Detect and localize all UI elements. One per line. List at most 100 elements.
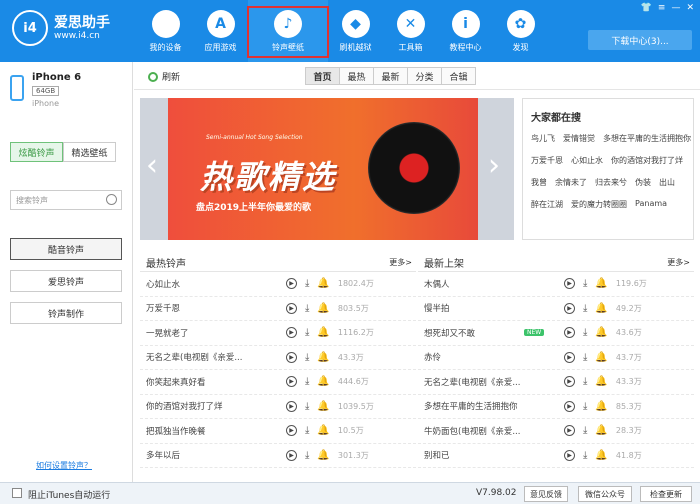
list-item[interactable]: 牛奶面包(电视剧《亲爱... ▶ ⤓ 🔔 28.3万: [418, 419, 694, 444]
hot-search-word[interactable]: 出山: [659, 177, 675, 188]
play-icon[interactable]: ▶: [286, 351, 297, 363]
hot-search-word[interactable]: 鸟儿飞: [531, 133, 555, 144]
hot-search-word[interactable]: 醉在江湖: [531, 199, 563, 210]
hot-search-word[interactable]: 多想在平庸的生活拥抱你: [603, 133, 691, 144]
download-icon[interactable]: ⤓: [305, 376, 309, 387]
wechat-button[interactable]: 微信公众号: [578, 486, 632, 502]
banner-carousel[interactable]: Semi-annual Hot Song Selection 热歌精选 盘点20…: [140, 98, 514, 240]
download-icon[interactable]: ⤓: [583, 376, 587, 387]
more-link[interactable]: 更多>: [389, 257, 412, 268]
download-icon[interactable]: ⤓: [583, 425, 587, 436]
hot-search-word[interactable]: 爱情错觉: [563, 133, 595, 144]
play-icon[interactable]: ▶: [564, 327, 575, 339]
download-icon[interactable]: ⤓: [305, 327, 309, 338]
itunes-checkbox[interactable]: [12, 488, 22, 498]
sidebar-item-kuyin[interactable]: 酷音铃声: [10, 238, 122, 260]
hot-search-word[interactable]: 归去来兮: [595, 177, 627, 188]
list-item[interactable]: 无名之辈(电视剧《亲爱... ▶ ⤓ 🔔 43.3万: [140, 346, 416, 370]
nav-item-5[interactable]: i 教程中心: [438, 0, 493, 62]
search-icon[interactable]: [106, 194, 117, 205]
bell-icon[interactable]: 🔔: [317, 376, 329, 387]
nav-item-4[interactable]: ✕ 工具箱: [383, 0, 438, 62]
hot-search-word[interactable]: 万爱千恩: [531, 155, 563, 166]
hot-search-word[interactable]: 你的酒馆对我打了烊: [611, 155, 683, 166]
list-item[interactable]: 别和已 ▶ ⤓ 🔔 41.8万: [418, 444, 694, 468]
menu-icon[interactable]: ≡: [658, 3, 666, 13]
tab-cool-ringtones[interactable]: 炫酷铃声: [10, 142, 63, 162]
list-item[interactable]: 赤伶 ▶ ⤓ 🔔 43.7万: [418, 346, 694, 370]
play-icon[interactable]: ▶: [286, 327, 297, 339]
list-item[interactable]: 多年以后 ▶ ⤓ 🔔 301.3万: [140, 444, 416, 468]
play-icon[interactable]: ▶: [286, 376, 297, 388]
bell-icon[interactable]: 🔔: [595, 303, 607, 314]
nav-item-3[interactable]: ◆ 刷机越狱: [328, 0, 383, 62]
banner-slide[interactable]: Semi-annual Hot Song Selection 热歌精选 盘点20…: [168, 98, 478, 240]
minimize-icon[interactable]: —: [671, 3, 680, 13]
bell-icon[interactable]: 🔔: [317, 450, 329, 461]
sidebar-item-i4[interactable]: 爱思铃声: [10, 270, 122, 292]
download-icon[interactable]: ⤓: [305, 450, 309, 461]
hot-search-word[interactable]: Panama: [635, 199, 667, 210]
list-item[interactable]: 无名之辈(电视剧《亲爱... ▶ ⤓ 🔔 43.3万: [418, 370, 694, 395]
play-icon[interactable]: ▶: [564, 351, 575, 363]
play-icon[interactable]: ▶: [564, 400, 575, 412]
hot-search-word[interactable]: 我曾: [531, 177, 547, 188]
list-item[interactable]: 想死却又不敢 NEW ▶ ⤓ 🔔 43.6万: [418, 321, 694, 346]
hot-search-word[interactable]: 伪装: [635, 177, 651, 188]
bell-icon[interactable]: 🔔: [317, 327, 329, 338]
refresh-button[interactable]: 刷新: [148, 70, 180, 83]
brand-logo[interactable]: i4 爱思助手 www.i4.cn: [12, 10, 110, 46]
hot-search-word[interactable]: 爱的魔力转圈圈: [571, 199, 627, 210]
check-update-button[interactable]: 检查更新: [640, 486, 692, 502]
download-icon[interactable]: ⤓: [305, 278, 309, 289]
tab-hottest[interactable]: 最热: [339, 67, 374, 85]
list-item[interactable]: 你笑起来真好看 ▶ ⤓ 🔔 444.6万: [140, 370, 416, 395]
bell-icon[interactable]: 🔔: [595, 401, 607, 412]
more-link[interactable]: 更多>: [667, 257, 690, 268]
nav-item-2[interactable]: ♪ 铃声壁纸: [247, 0, 329, 62]
chevron-left-icon[interactable]: ‹: [146, 148, 158, 183]
feedback-button[interactable]: 意见反馈: [524, 486, 568, 502]
play-icon[interactable]: ▶: [564, 376, 575, 388]
play-icon[interactable]: ▶: [286, 278, 297, 290]
play-icon[interactable]: ▶: [564, 302, 575, 314]
download-icon[interactable]: ⤓: [583, 278, 587, 289]
tab-home[interactable]: 首页: [305, 67, 340, 85]
tab-wallpapers[interactable]: 精选壁纸: [63, 142, 116, 162]
list-item[interactable]: 慢半拍 ▶ ⤓ 🔔 49.2万: [418, 297, 694, 321]
bell-icon[interactable]: 🔔: [595, 376, 607, 387]
bell-icon[interactable]: 🔔: [595, 327, 607, 338]
download-icon[interactable]: ⤓: [305, 425, 309, 436]
play-icon[interactable]: ▶: [286, 302, 297, 314]
bell-icon[interactable]: 🔔: [317, 425, 329, 436]
bell-icon[interactable]: 🔔: [595, 352, 607, 363]
ringtone-search-input[interactable]: 搜索铃声: [10, 190, 122, 210]
help-link[interactable]: 如何设置铃声？: [36, 460, 92, 471]
nav-item-0[interactable]: 我的设备: [138, 0, 193, 62]
list-item[interactable]: 万爱千恩 ▶ ⤓ 🔔 803.5万: [140, 297, 416, 321]
bell-icon[interactable]: 🔔: [317, 303, 329, 314]
tab-category[interactable]: 分类: [407, 67, 442, 85]
play-icon[interactable]: ▶: [286, 425, 297, 437]
list-item[interactable]: 你的酒馆对我打了烊 ▶ ⤓ 🔔 1039.5万: [140, 395, 416, 419]
bell-icon[interactable]: 🔔: [317, 352, 329, 363]
bell-icon[interactable]: 🔔: [595, 450, 607, 461]
shirt-icon[interactable]: 👕: [641, 3, 652, 13]
hot-search-word[interactable]: 心如止水: [571, 155, 603, 166]
sidebar-item-maker[interactable]: 铃声制作: [10, 302, 122, 324]
play-icon[interactable]: ▶: [286, 449, 297, 461]
bell-icon[interactable]: 🔔: [317, 278, 329, 289]
download-icon[interactable]: ⤓: [583, 401, 587, 412]
hot-search-word[interactable]: 余情未了: [555, 177, 587, 188]
list-item[interactable]: 把孤独当作晚餐 ▶ ⤓ 🔔 10.5万: [140, 419, 416, 444]
download-center-button[interactable]: 下载中心(3)...: [588, 30, 692, 50]
list-item[interactable]: 心如止水 ▶ ⤓ 🔔 1802.4万: [140, 272, 416, 297]
tab-collection[interactable]: 合辑: [441, 67, 476, 85]
chevron-right-icon[interactable]: ›: [488, 148, 500, 183]
nav-item-1[interactable]: A 应用游戏: [193, 0, 248, 62]
tab-newest[interactable]: 最新: [373, 67, 408, 85]
list-item[interactable]: 木偶人 ▶ ⤓ 🔔 119.6万: [418, 272, 694, 297]
list-item[interactable]: 多想在平庸的生活拥抱你 ▶ ⤓ 🔔 85.3万: [418, 395, 694, 419]
play-icon[interactable]: ▶: [564, 425, 575, 437]
play-icon[interactable]: ▶: [286, 400, 297, 412]
